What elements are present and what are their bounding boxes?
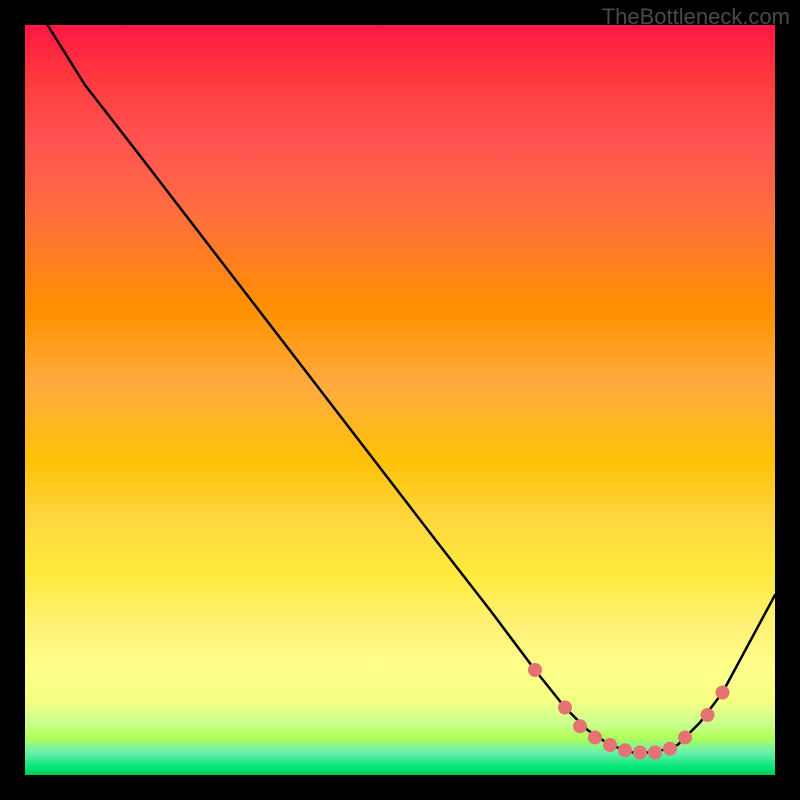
chart-plot-area — [25, 25, 775, 775]
chart-svg — [25, 25, 775, 775]
highlight-marker — [588, 731, 602, 745]
highlight-marker — [716, 686, 730, 700]
highlight-marker — [558, 701, 572, 715]
highlight-marker — [603, 738, 617, 752]
highlight-marker — [701, 708, 715, 722]
highlight-marker — [573, 719, 587, 733]
highlight-markers-group — [528, 663, 730, 760]
highlight-marker — [528, 663, 542, 677]
highlight-marker — [663, 742, 677, 756]
highlight-marker — [678, 731, 692, 745]
highlight-marker — [618, 743, 632, 757]
bottleneck-curve-line — [48, 25, 776, 753]
highlight-marker — [648, 746, 662, 760]
highlight-marker — [633, 746, 647, 760]
watermark-text: TheBottleneck.com — [602, 4, 790, 30]
